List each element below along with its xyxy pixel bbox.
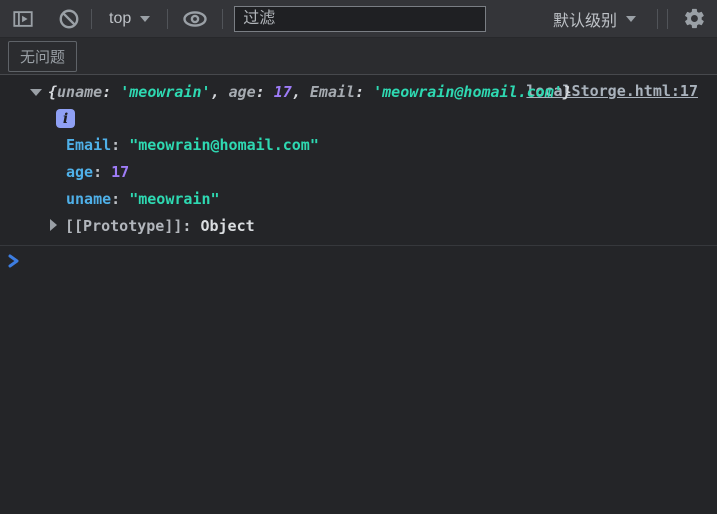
- toolbar-divider: [91, 9, 92, 29]
- object-property-row: uname: "meowrain": [66, 186, 698, 213]
- log-level-selector[interactable]: 默认级别: [541, 7, 648, 31]
- property-colon: :: [111, 136, 129, 154]
- console-output: localStorge.html:17 {uname: 'meowrain', …: [0, 75, 717, 278]
- preview-token: 17: [274, 83, 292, 101]
- preview-token: :: [102, 83, 120, 101]
- create-live-expression-button[interactable]: [173, 4, 217, 34]
- property-name: age: [66, 163, 93, 181]
- property-colon: :: [93, 163, 111, 181]
- prototype-label: [[Prototype]]: [65, 217, 182, 235]
- preview-token: :: [355, 83, 373, 101]
- preview-token: :: [256, 83, 274, 101]
- evaluated-info-line: i: [56, 105, 698, 132]
- live-expression-eye-icon: [182, 8, 208, 30]
- preview-token: }: [563, 83, 572, 101]
- property-value: "meowrain@homail.com": [129, 136, 319, 154]
- toolbar-divider: [167, 9, 168, 29]
- preview-token: ,: [211, 83, 229, 101]
- settings-gear-icon: [683, 7, 706, 30]
- object-property-row: age: 17: [66, 159, 698, 186]
- property-name: uname: [66, 190, 111, 208]
- expand-prototype-arrow-icon[interactable]: [50, 219, 57, 231]
- console-log-message: localStorge.html:17 {uname: 'meowrain', …: [0, 75, 717, 245]
- no-issues-button[interactable]: 无问题: [8, 41, 77, 72]
- object-preview-line: {uname: 'meowrain', age: 17, Email: 'meo…: [48, 79, 698, 105]
- prototype-row[interactable]: [[Prototype]]: Object: [50, 213, 698, 239]
- object-property-row: Email: "meowrain@homail.com": [66, 132, 698, 159]
- toolbar-divider: [667, 9, 668, 29]
- preview-token: {: [48, 83, 57, 101]
- preview-token: 'meowrain': [120, 83, 210, 101]
- chevron-down-icon: [626, 16, 636, 22]
- toolbar-divider: [657, 9, 658, 29]
- show-console-sidebar-button[interactable]: [6, 4, 40, 34]
- property-value: "meowrain": [129, 190, 219, 208]
- preview-token: age: [229, 83, 256, 101]
- property-name: Email: [66, 136, 111, 154]
- console-toolbar: top 默认级别: [0, 0, 717, 38]
- console-filter-input[interactable]: [234, 6, 486, 32]
- info-icon: i: [56, 109, 75, 128]
- clear-console-icon: [58, 8, 80, 30]
- prototype-value: Object: [200, 217, 254, 235]
- console-prompt[interactable]: [0, 245, 717, 278]
- toolbar-divider: [222, 9, 223, 29]
- property-colon: :: [111, 190, 129, 208]
- chevron-down-icon: [140, 16, 150, 22]
- prototype-colon: :: [182, 217, 200, 235]
- preview-token: Email: [310, 83, 355, 101]
- preview-token: 'meowrain@homail.com': [373, 83, 563, 101]
- context-selector-label: top: [109, 10, 131, 28]
- console-settings-button[interactable]: [677, 4, 711, 34]
- property-value: 17: [111, 163, 129, 181]
- console-sidebar-icon: [12, 8, 34, 30]
- log-level-label: 默认级别: [553, 7, 617, 31]
- devtools-console-panel: top 默认级别 无问题 localStorge: [0, 0, 717, 514]
- prompt-chevron-icon: [8, 254, 20, 268]
- clear-console-button[interactable]: [52, 4, 86, 34]
- issues-bar: 无问题: [0, 38, 717, 75]
- preview-token: uname: [57, 83, 102, 101]
- preview-token: ,: [292, 83, 310, 101]
- collapse-object-arrow-icon[interactable]: [30, 89, 42, 96]
- javascript-context-selector[interactable]: top: [97, 10, 162, 28]
